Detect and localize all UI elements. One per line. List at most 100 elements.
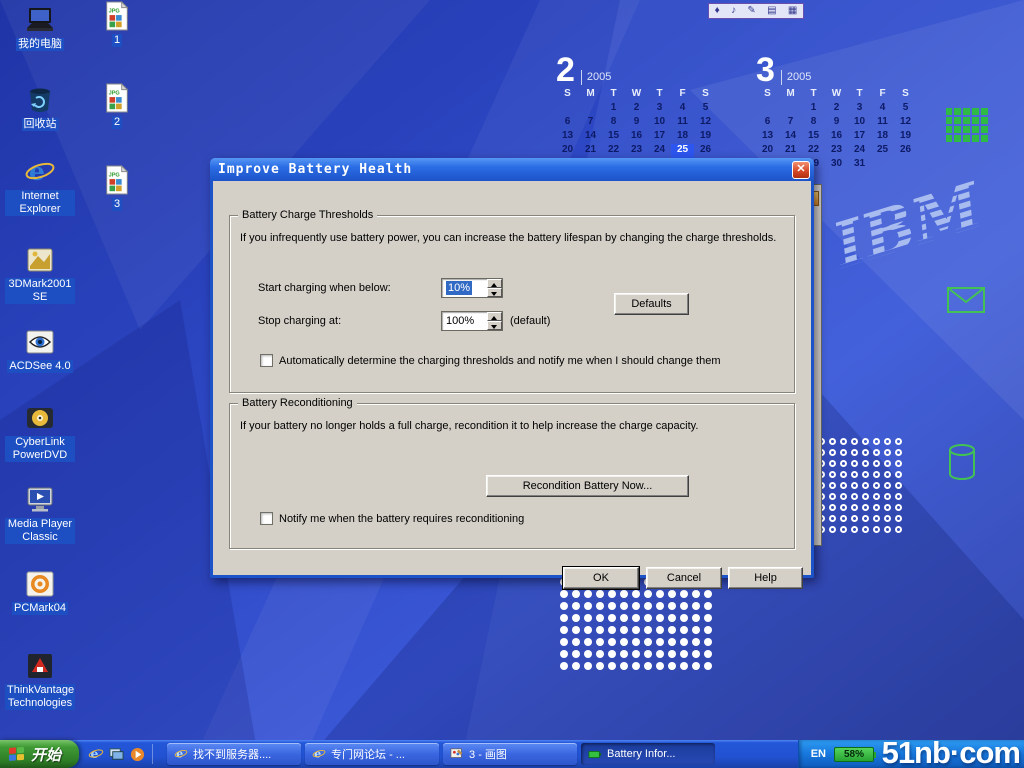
spin-down-icon[interactable] [487, 321, 502, 330]
quick-launch-ie-icon[interactable]: e [87, 746, 104, 763]
desktop-icon-acdsee[interactable]: ACDSee 4.0 [4, 326, 76, 373]
quick-launch-media-icon[interactable] [129, 746, 146, 763]
ok-button[interactable]: OK [563, 567, 639, 589]
desktop-icon-pcmark04[interactable]: PCMark04 [4, 568, 76, 615]
calendar-date: 19 [694, 130, 717, 144]
desktop: IBM 2 2005 SMTWTFS1234567891011121314151… [0, 0, 1024, 768]
spin-up-icon[interactable] [487, 279, 502, 288]
language-indicator[interactable]: EN [811, 748, 826, 760]
desktop-icon-3dmark2001[interactable]: 3DMark2001 SE [4, 244, 76, 304]
group-legend: Battery Reconditioning [238, 397, 357, 409]
start-threshold-spinner[interactable]: 10% [441, 278, 503, 298]
icon-label: 1 [112, 34, 122, 47]
icon-label: ThinkVantage Technologies [5, 684, 75, 710]
quick-launch: e [79, 740, 163, 768]
stop-threshold-value[interactable]: 100% [442, 312, 487, 330]
calendar-date: 31 [848, 158, 871, 172]
paint-icon [449, 747, 464, 762]
pcmark-icon [24, 568, 56, 600]
calendar-date: 19 [894, 130, 917, 144]
3dmark-icon [24, 244, 56, 276]
calendar-date [556, 102, 579, 116]
notes-icon[interactable]: ▤ [767, 6, 776, 16]
spin-down-icon[interactable] [487, 288, 502, 297]
ie-page-icon: e [173, 747, 188, 762]
battery-icon [587, 747, 602, 762]
quick-launch-desktop-icon[interactable] [108, 746, 125, 763]
watermark-51nb: 51nb·com [882, 735, 1020, 768]
calendar-date: 15 [802, 130, 825, 144]
svg-text:JPG: JPG [109, 172, 120, 178]
icon-label: PCMark04 [12, 602, 68, 615]
help-button[interactable]: Help [728, 567, 803, 589]
desktop-icon-powerdvd[interactable]: CyberLink PowerDVD [4, 402, 76, 462]
stop-threshold-spinner[interactable]: 100% [441, 311, 503, 331]
taskbar-task-battery-information[interactable]: Battery Infor... [581, 743, 715, 765]
ie-page-icon: e [311, 747, 326, 762]
taskbar-task-server-not-found[interactable]: e 找不到服务器.... [167, 743, 301, 765]
powerdvd-icon [24, 402, 56, 434]
icon-label: CyberLink PowerDVD [5, 436, 75, 462]
calendar-day-header: T [848, 88, 871, 102]
calendar-date: 16 [625, 130, 648, 144]
notify-reconditioning-checkbox[interactable] [260, 512, 273, 525]
calendar-date: 12 [694, 116, 717, 130]
battery-status-indicator[interactable]: 58% [834, 747, 874, 762]
sound-icon[interactable]: ♪ [731, 6, 736, 16]
calendar-date: 13 [556, 130, 579, 144]
calendar-day-header: S [694, 88, 717, 102]
calendar-date: 26 [694, 144, 717, 158]
keyboard-icon[interactable]: ▦ [788, 6, 797, 16]
improve-battery-health-dialog: Improve Battery Health ✕ Battery Charge … [210, 158, 814, 578]
calendar-date: 9 [625, 116, 648, 130]
jpg-file-icon: JPG [101, 164, 133, 196]
desktop-icon-jpg-1[interactable]: JPG 1 [92, 0, 142, 47]
desktop-icon-my-computer[interactable]: 我的电脑 [4, 4, 76, 51]
dialog-titlebar[interactable]: Improve Battery Health ✕ [210, 158, 814, 181]
calendar-date: 26 [894, 144, 917, 158]
calendar-date [894, 158, 917, 172]
desktop-icon-internet-explorer[interactable]: e Internet Explorer [4, 156, 76, 216]
cancel-button[interactable]: Cancel [646, 567, 722, 589]
quick-launch-separator [152, 744, 153, 764]
calendar-date: 10 [848, 116, 871, 130]
desktop-icon-thinkvantage[interactable]: ThinkVantage Technologies [4, 650, 76, 710]
pen-icon[interactable]: ✎ [747, 6, 755, 16]
desktop-icon-media-player-classic[interactable]: Media Player Classic [4, 484, 76, 544]
calendar-date: 2 [825, 102, 848, 116]
battery-reconditioning-group: Battery Reconditioning If your battery n… [229, 403, 795, 549]
taskbar-task-forum[interactable]: e 专门网论坛 - ... [305, 743, 439, 765]
calendar-date: 18 [871, 130, 894, 144]
taskbar-task-paint[interactable]: 3 - 画图 [443, 743, 577, 765]
calendar-day-header: W [625, 88, 648, 102]
input-method-icon[interactable]: ♦ [715, 6, 720, 16]
start-label: 开始 [31, 744, 61, 765]
auto-determine-checkbox[interactable] [260, 354, 273, 367]
spin-up-icon[interactable] [487, 312, 502, 321]
calendar-date: 24 [648, 144, 671, 158]
start-threshold-value[interactable]: 10% [446, 281, 472, 295]
icon-label: Media Player Classic [5, 518, 75, 544]
calendar-date: 15 [602, 130, 625, 144]
calendar-date: 17 [848, 130, 871, 144]
calendar-date: 3 [848, 102, 871, 116]
close-icon[interactable]: ✕ [792, 161, 810, 179]
calendar-date: 25 [671, 144, 694, 158]
calendar-date: 11 [671, 116, 694, 130]
desktop-icon-jpg-2[interactable]: JPG 2 [92, 82, 142, 129]
calendar-date: 23 [625, 144, 648, 158]
recondition-battery-button[interactable]: Recondition Battery Now... [486, 475, 689, 497]
start-button[interactable]: 开始 [0, 740, 79, 768]
calendar-day-header: F [671, 88, 694, 102]
defaults-button[interactable]: Defaults [614, 293, 689, 315]
calendar-date: 8 [602, 116, 625, 130]
calendar-date: 14 [579, 130, 602, 144]
calendar-date: 14 [779, 130, 802, 144]
default-note: (default) [510, 315, 550, 327]
desktop-icon-jpg-3[interactable]: JPG 3 [92, 164, 142, 211]
ime-toolbar[interactable]: ♦ ♪ ✎ ▤ ▦ [708, 3, 804, 19]
calendar-date: 9 [825, 116, 848, 130]
icon-label: 3DMark2001 SE [5, 278, 75, 304]
stop-charging-label: Stop charging at: [258, 315, 341, 327]
desktop-icon-recycle-bin[interactable]: 回收站 [4, 84, 76, 131]
